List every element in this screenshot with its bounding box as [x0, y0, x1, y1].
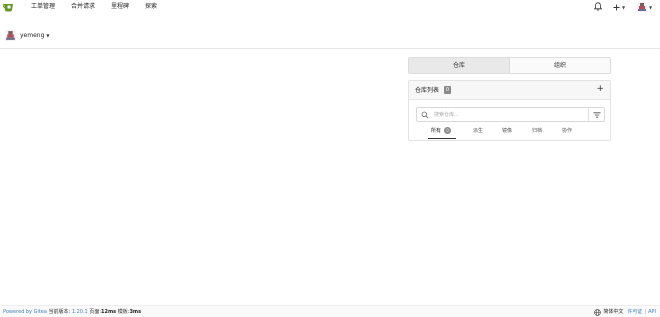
- subtab-forks[interactable]: 派生: [473, 127, 483, 135]
- repo-list-panel: 仓库列表 0 + 所有0 派生 镜像 归档 协作: [408, 80, 611, 141]
- plus-icon: [613, 4, 620, 10]
- footer-links: 简体中文 许可证 | API: [594, 308, 656, 316]
- subtab-all[interactable]: 所有 0: [431, 127, 452, 135]
- nav-milestones[interactable]: 里程碑: [111, 2, 129, 12]
- globe-icon: [594, 308, 602, 316]
- version-label: 当前版本:: [48, 309, 71, 315]
- subtab-all-label: 所有: [431, 128, 442, 134]
- nav-explore[interactable]: 探索: [145, 2, 157, 12]
- chevron-down-icon: ▼: [649, 4, 653, 10]
- subtab-collaborative[interactable]: 协作: [562, 127, 572, 135]
- language-selector[interactable]: 简体中文: [594, 308, 623, 316]
- footer-info: Powered by Gitea 当前版本: 1.20.1 页面:12ms 模板…: [3, 308, 141, 316]
- footer-separator: |: [644, 309, 647, 315]
- chevron-down-icon: ▼: [46, 33, 50, 38]
- gitea-logo-icon[interactable]: [3, 1, 15, 13]
- repo-list-title: 仓库列表: [415, 87, 440, 94]
- subtab-archived[interactable]: 归档: [532, 127, 542, 135]
- api-link[interactable]: API: [648, 308, 656, 316]
- page-time-label: 页面:: [89, 309, 101, 315]
- language-label: 简体中文: [603, 309, 624, 315]
- page-footer: Powered by Gitea 当前版本: 1.20.1 页面:12ms 模板…: [0, 305, 660, 317]
- create-menu-button[interactable]: ▼: [613, 0, 629, 14]
- context-user-switcher[interactable]: yemeng ▼: [5, 30, 49, 41]
- tab-repositories[interactable]: 仓库: [409, 58, 509, 73]
- repo-org-tabs: 仓库 组织: [408, 57, 611, 74]
- filter-button[interactable]: [588, 108, 604, 121]
- repo-list-header: 仓库列表 0 +: [409, 81, 610, 100]
- search-icon: [421, 111, 429, 119]
- top-navbar: 工单管理 合并请求 里程碑 探索 ▼ ▼: [0, 0, 660, 14]
- tab-organizations[interactable]: 组织: [509, 58, 610, 73]
- bell-icon: [594, 1, 602, 11]
- powered-by-link[interactable]: Powered by Gitea: [3, 309, 47, 315]
- nav-issues[interactable]: 工单管理: [31, 2, 55, 12]
- license-link[interactable]: 许可证: [627, 308, 642, 316]
- repo-search-box: [416, 107, 605, 122]
- chevron-down-icon: ▼: [622, 4, 626, 10]
- repo-count-badge: 0: [444, 86, 451, 94]
- avatar: [5, 30, 16, 41]
- active-subtab-indicator: [428, 138, 456, 139]
- avatar: [637, 2, 647, 12]
- filter-icon: [593, 111, 600, 118]
- version-link[interactable]: 1.20.1: [72, 309, 88, 315]
- repo-search-input[interactable]: [434, 110, 584, 120]
- notifications-button[interactable]: [594, 0, 603, 12]
- subtab-all-count: 0: [444, 127, 452, 134]
- nav-pull-requests[interactable]: 合并请求: [71, 2, 95, 12]
- add-repo-button[interactable]: +: [596, 84, 604, 95]
- context-username: yemeng: [20, 31, 45, 39]
- subtab-mirrors[interactable]: 镜像: [502, 127, 512, 135]
- dashboard-context-bar: yemeng ▼: [0, 26, 660, 49]
- page-time: 12ms: [101, 309, 117, 315]
- template-time-label: 模板:: [117, 309, 130, 315]
- template-time: 3ms: [129, 309, 142, 315]
- user-menu-button[interactable]: ▼: [637, 0, 655, 14]
